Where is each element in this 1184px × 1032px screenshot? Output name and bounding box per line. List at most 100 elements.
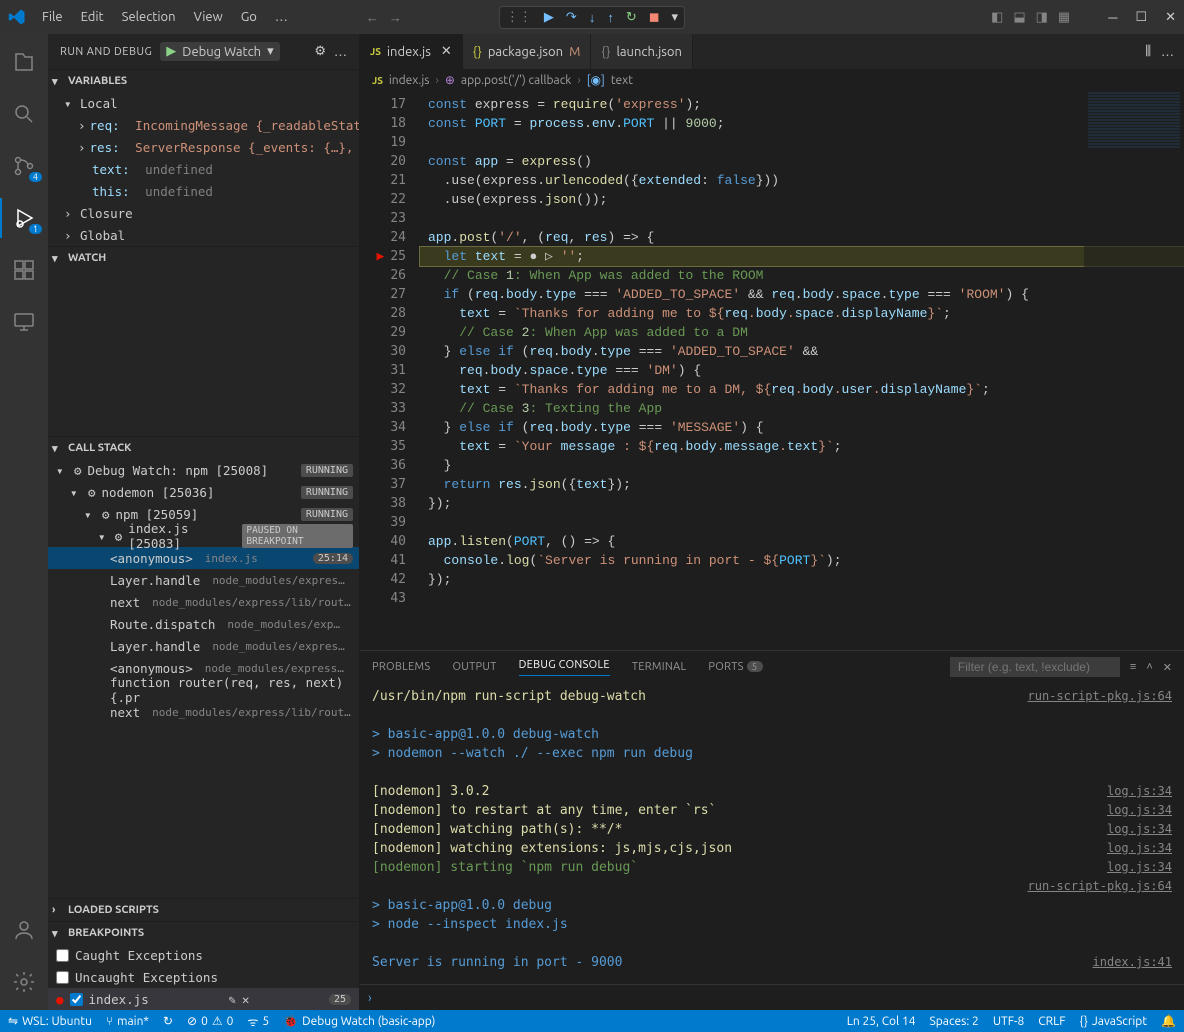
code-line[interactable]: } else if (req.body.type === 'MESSAGE') … <box>420 418 1184 437</box>
debug-dropdown-icon[interactable]: ▾ <box>672 10 679 25</box>
code-line[interactable]: // Case 2: When App was added to a DM <box>420 323 1184 342</box>
code-line[interactable]: console.log(`Server is running in port -… <box>420 551 1184 570</box>
breakpoint-item[interactable]: Caught Exceptions <box>48 944 359 966</box>
callstack-frame[interactable]: function router(req, res, next) {.pr <box>48 679 359 701</box>
callstack-frame[interactable]: Layer.handlenode_modules/expres… <box>48 635 359 657</box>
debug-console-input[interactable]: › <box>360 984 1184 1010</box>
layout-primary-icon[interactable]: ◧ <box>991 10 1003 25</box>
callstack-frame[interactable]: Layer.handlenode_modules/expres… <box>48 569 359 591</box>
accounts-icon[interactable] <box>0 910 48 950</box>
gear-icon[interactable]: ⚙ <box>314 44 326 59</box>
breakpoint-item[interactable]: Uncaught Exceptions <box>48 966 359 988</box>
var-text[interactable]: text: undefined <box>48 158 359 180</box>
debug-config-select[interactable]: ▶ Debug Watch ▾ <box>160 42 279 61</box>
callstack-frame[interactable]: Route.dispatchnode_modules/exp… <box>48 613 359 635</box>
nav-forward-icon[interactable]: → <box>389 10 402 25</box>
code-line[interactable]: const express = require('express'); <box>420 95 1184 114</box>
menu-edit[interactable]: Edit <box>73 6 112 28</box>
breakpoint-item[interactable]: ●index.js✎✕25 <box>48 988 359 1010</box>
problems-indicator[interactable]: ⊘ 0 ⚠ 0 <box>187 1014 233 1028</box>
encoding[interactable]: UTF-8 <box>993 1014 1024 1028</box>
panel-tab-problems[interactable]: PROBLEMS <box>372 661 430 673</box>
var-this[interactable]: this: undefined <box>48 180 359 202</box>
loaded-scripts-header[interactable]: ›LOADED SCRIPTS <box>48 899 359 921</box>
sync-button[interactable]: ↻ <box>163 1014 173 1028</box>
code-line[interactable]: const PORT = process.env.PORT || 9000; <box>420 114 1184 133</box>
code-line[interactable]: .use(express.urlencoded({extended: false… <box>420 171 1184 190</box>
var-res[interactable]: ›res: ServerResponse {_events: {…}, _ev… <box>48 136 359 158</box>
console-filter-input[interactable] <box>950 657 1120 677</box>
source-control-icon[interactable]: 4 <box>0 146 48 186</box>
layout-panel-icon[interactable]: ⬓ <box>1013 10 1025 25</box>
code-line[interactable]: if (req.body.type === 'ADDED_TO_SPACE' &… <box>420 285 1184 304</box>
var-req[interactable]: ›req: IncomingMessage {_readableState: … <box>48 114 359 136</box>
continue-icon[interactable]: ▶ <box>544 10 554 25</box>
breakpoint-checkbox[interactable] <box>56 949 69 962</box>
ports-indicator[interactable]: ᯤ5 <box>247 1013 269 1030</box>
scope-closure[interactable]: ›Closure <box>48 202 359 224</box>
edit-icon[interactable]: ✎ <box>228 992 236 1007</box>
callstack-thread[interactable]: ▾⚙index.js [25083]PAUSED ON BREAKPOINT <box>48 525 359 547</box>
code-line[interactable]: const app = express() <box>420 152 1184 171</box>
remote-indicator[interactable]: ⇋WSL: Ubuntu <box>8 1014 92 1028</box>
window-close-icon[interactable]: ✕ <box>1165 10 1176 25</box>
callstack-header[interactable]: ▾CALL STACK <box>48 437 359 459</box>
clear-icon[interactable]: ≡ <box>1130 661 1136 673</box>
code-line[interactable]: req.body.space.type === 'DM') { <box>420 361 1184 380</box>
layout-secondary-icon[interactable]: ◨ <box>1036 10 1048 25</box>
code-line[interactable]: app.post('/', (req, res) => { <box>420 228 1184 247</box>
remove-icon[interactable]: ✕ <box>242 992 250 1007</box>
more-icon[interactable]: … <box>1161 45 1174 59</box>
window-maximize-icon[interactable]: ☐ <box>1135 10 1147 25</box>
run-debug-icon[interactable]: 1 <box>0 198 48 238</box>
explorer-icon[interactable] <box>0 42 48 82</box>
code-line[interactable] <box>420 513 1184 532</box>
code-line[interactable] <box>420 133 1184 152</box>
close-panel-icon[interactable]: ✕ <box>1163 661 1172 674</box>
menu-view[interactable]: View <box>186 6 231 28</box>
code-editor[interactable]: 1718192021222324▶25262728293031323334353… <box>360 91 1184 650</box>
step-into-icon[interactable]: ↓ <box>589 10 596 25</box>
code-line[interactable] <box>420 209 1184 228</box>
panel-tab-terminal[interactable]: TERMINAL <box>632 661 687 673</box>
debug-status[interactable]: 🐞Debug Watch (basic-app) <box>283 1014 435 1028</box>
cursor-position[interactable]: Ln 25, Col 14 <box>847 1014 916 1028</box>
tab-index-js[interactable]: JS index.js ✕ <box>360 34 463 69</box>
code-line[interactable]: }); <box>420 494 1184 513</box>
window-minimize-icon[interactable]: ─ <box>1108 10 1117 25</box>
nav-back-icon[interactable]: ← <box>366 10 379 25</box>
code-line[interactable]: .use(express.json()); <box>420 190 1184 209</box>
code-line[interactable]: let text = ● ▷ ''; <box>420 247 1184 266</box>
code-line[interactable] <box>420 589 1184 608</box>
scope-local[interactable]: ▾Local <box>48 92 359 114</box>
debug-console-output[interactable]: /usr/bin/npm run-script debug-watchrun-s… <box>360 683 1184 984</box>
breakpoints-header[interactable]: ▾BREAKPOINTS <box>48 922 359 944</box>
watch-header[interactable]: ▾WATCH <box>48 247 359 269</box>
minimap[interactable] <box>1084 91 1184 291</box>
compare-icon[interactable]: ⫼ <box>1145 44 1151 59</box>
tab-package-json[interactable]: {} package.json M <box>463 34 592 69</box>
layout-custom-icon[interactable]: ▦ <box>1058 10 1070 25</box>
remote-explorer-icon[interactable] <box>0 302 48 342</box>
breakpoint-checkbox[interactable] <box>56 971 69 984</box>
language-mode[interactable]: {} JavaScript <box>1080 1014 1148 1028</box>
panel-tab-output[interactable]: OUTPUT <box>452 661 496 673</box>
git-branch[interactable]: ⑂main* <box>106 1015 149 1028</box>
eol[interactable]: CRLF <box>1038 1014 1065 1028</box>
code-line[interactable]: // Case 3: Texting the App <box>420 399 1184 418</box>
callstack-thread[interactable]: ▾⚙nodemon [25036]RUNNING <box>48 481 359 503</box>
code-line[interactable]: } <box>420 456 1184 475</box>
code-line[interactable]: }); <box>420 570 1184 589</box>
code-line[interactable]: text = `Your message : ${req.body.messag… <box>420 437 1184 456</box>
panel-tab-ports[interactable]: PORTS 5 <box>708 661 762 673</box>
code-line[interactable]: } else if (req.body.type === 'ADDED_TO_S… <box>420 342 1184 361</box>
search-icon[interactable] <box>0 94 48 134</box>
breadcrumb[interactable]: JS index.js› ⊕app.post('/') callback› [◉… <box>360 69 1184 91</box>
play-icon[interactable]: ▶ <box>166 44 176 59</box>
restart-icon[interactable]: ↻ <box>626 10 637 25</box>
panel-tab-debug-console[interactable]: DEBUG CONSOLE <box>519 659 610 676</box>
code-line[interactable]: app.listen(PORT, () => { <box>420 532 1184 551</box>
notifications-icon[interactable]: 🔔 <box>1161 1014 1176 1028</box>
menu-selection[interactable]: Selection <box>114 6 184 28</box>
tab-launch-json[interactable]: {} launch.json <box>591 34 693 69</box>
